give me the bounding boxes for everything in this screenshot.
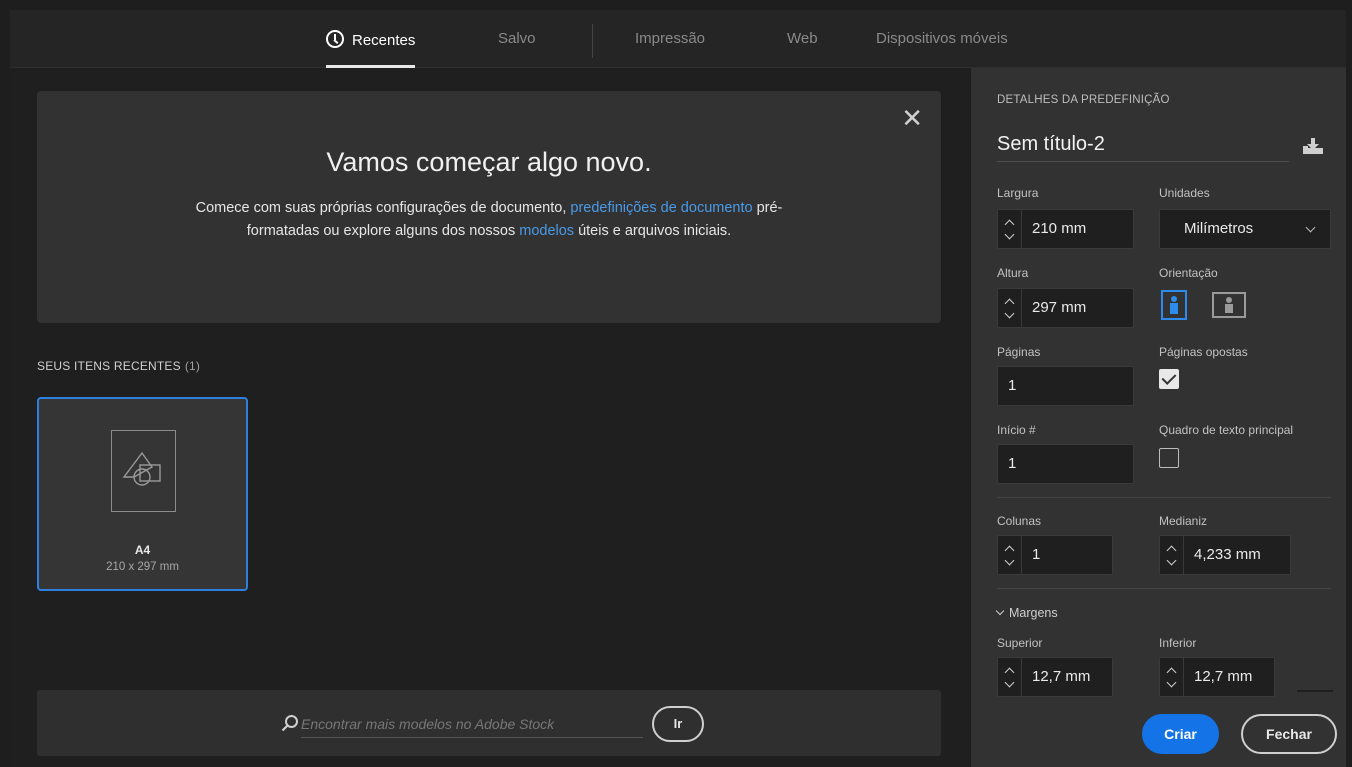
margins-section-toggle[interactable]: Margens (995, 606, 1058, 620)
tab-dispositivos-moveis[interactable]: Dispositivos móveis (876, 30, 1008, 68)
scroll-indicator (1297, 690, 1333, 692)
document-shapes-icon (111, 430, 176, 512)
margin-bottom-stepper[interactable] (1160, 658, 1184, 696)
tab-recentes[interactable]: Recentes (326, 30, 416, 68)
columns-stepper[interactable] (998, 536, 1022, 574)
margin-bottom-value: 12,7 mm (1194, 668, 1253, 685)
recent-items-label: SEUS ITENS RECENTES (37, 359, 181, 373)
pages-label: Páginas (997, 345, 1041, 359)
stock-search-input[interactable] (301, 710, 643, 738)
orientation-label: Orientação (1159, 266, 1218, 280)
height-field[interactable]: 297 mm (997, 288, 1134, 328)
landscape-orientation-icon[interactable] (1212, 290, 1246, 320)
width-field[interactable]: 210 mm (997, 209, 1134, 249)
start-page-field[interactable]: 1 (997, 444, 1134, 484)
portrait-orientation-icon[interactable] (1161, 290, 1187, 320)
gutter-stepper[interactable] (1160, 536, 1184, 574)
recent-items-header: SEUS ITENS RECENTES (1) (37, 359, 200, 373)
tab-label: Salvo (498, 30, 536, 47)
close-button[interactable]: Fechar (1241, 714, 1337, 754)
gutter-value: 4,233 mm (1194, 546, 1261, 563)
units-value: Milímetros (1184, 220, 1254, 237)
columns-field[interactable]: 1 (997, 535, 1113, 575)
welcome-text-part: Comece com suas próprias configurações d… (195, 200, 571, 216)
search-go-button[interactable]: Ir (652, 706, 704, 742)
tab-label: Recentes (352, 32, 416, 49)
margin-top-value: 12,7 mm (1032, 668, 1091, 685)
facing-pages-label: Páginas opostas (1159, 345, 1248, 359)
chevron-down-icon (995, 606, 1005, 616)
start-page-label: Início # (997, 423, 1036, 437)
columns-value: 1 (1032, 546, 1041, 563)
close-icon[interactable]: ✕ (901, 105, 923, 131)
pages-field[interactable]: 1 (997, 366, 1134, 406)
preset-details-panel: DETALHES DA PREDEFINIÇÃO Largura 210 mm … (971, 68, 1346, 767)
tab-label: Dispositivos móveis (876, 30, 1008, 47)
divider (997, 588, 1331, 589)
save-preset-icon[interactable] (1303, 138, 1323, 154)
stock-search-bar: Ir (37, 690, 941, 756)
recent-item-a4[interactable]: A4 210 x 297 mm (37, 397, 248, 591)
margins-label: Margens (1009, 606, 1058, 620)
height-label: Altura (997, 266, 1029, 280)
gutter-label: Medianiz (1159, 514, 1208, 528)
height-value: 297 mm (1032, 299, 1087, 316)
welcome-banner: ✕ Vamos começar algo novo. Comece com su… (37, 91, 941, 323)
recent-item-name: A4 (134, 543, 151, 557)
tab-salvo[interactable]: Salvo (498, 30, 536, 68)
recent-item-size: 210 x 297 mm (106, 561, 179, 573)
preset-name-input[interactable] (997, 128, 1289, 162)
new-document-dialog: Recentes Salvo Impressão Web Dispositivo… (10, 10, 1346, 767)
tab-divider (592, 24, 593, 58)
create-button[interactable]: Criar (1142, 714, 1219, 754)
recent-items-count: (1) (184, 359, 201, 373)
templates-link[interactable]: modelos (519, 223, 574, 239)
search-icon (281, 715, 298, 732)
divider (997, 497, 1331, 498)
columns-label: Colunas (997, 514, 1042, 528)
width-label: Largura (997, 186, 1039, 200)
pages-value: 1 (1008, 377, 1017, 394)
tab-web[interactable]: Web (787, 30, 818, 68)
tab-bar: Recentes Salvo Impressão Web Dispositivo… (10, 10, 1346, 68)
clock-icon (326, 30, 344, 48)
preset-details-title: DETALHES DA PREDEFINIÇÃO (997, 94, 1170, 106)
welcome-text: Comece com suas próprias configurações d… (177, 197, 801, 243)
tab-label: Web (787, 30, 818, 47)
width-value: 210 mm (1032, 220, 1087, 237)
primary-text-frame-checkbox[interactable] (1159, 448, 1179, 468)
welcome-title: Vamos começar algo novo. (326, 147, 652, 177)
margin-top-label: Superior (997, 636, 1043, 650)
height-stepper[interactable] (998, 289, 1022, 327)
margin-top-stepper[interactable] (998, 658, 1022, 696)
presets-link[interactable]: predefinições de documento (570, 200, 752, 216)
start-page-value: 1 (1008, 455, 1017, 472)
margin-top-field[interactable]: 12,7 mm (997, 657, 1113, 697)
primary-text-frame-label: Quadro de texto principal (1159, 423, 1294, 437)
tab-impressao[interactable]: Impressão (635, 30, 705, 68)
chevron-down-icon (1305, 222, 1316, 233)
units-label: Unidades (1159, 186, 1210, 200)
margin-bottom-field[interactable]: 12,7 mm (1159, 657, 1275, 697)
tab-label: Impressão (635, 30, 706, 47)
width-stepper[interactable] (998, 210, 1022, 248)
gutter-field[interactable]: 4,233 mm (1159, 535, 1291, 575)
units-dropdown[interactable]: Milímetros (1159, 209, 1331, 249)
welcome-text-part: úteis e arquivos iniciais. (574, 223, 732, 239)
facing-pages-checkbox[interactable] (1159, 369, 1179, 389)
margin-bottom-label: Inferior (1159, 636, 1197, 650)
